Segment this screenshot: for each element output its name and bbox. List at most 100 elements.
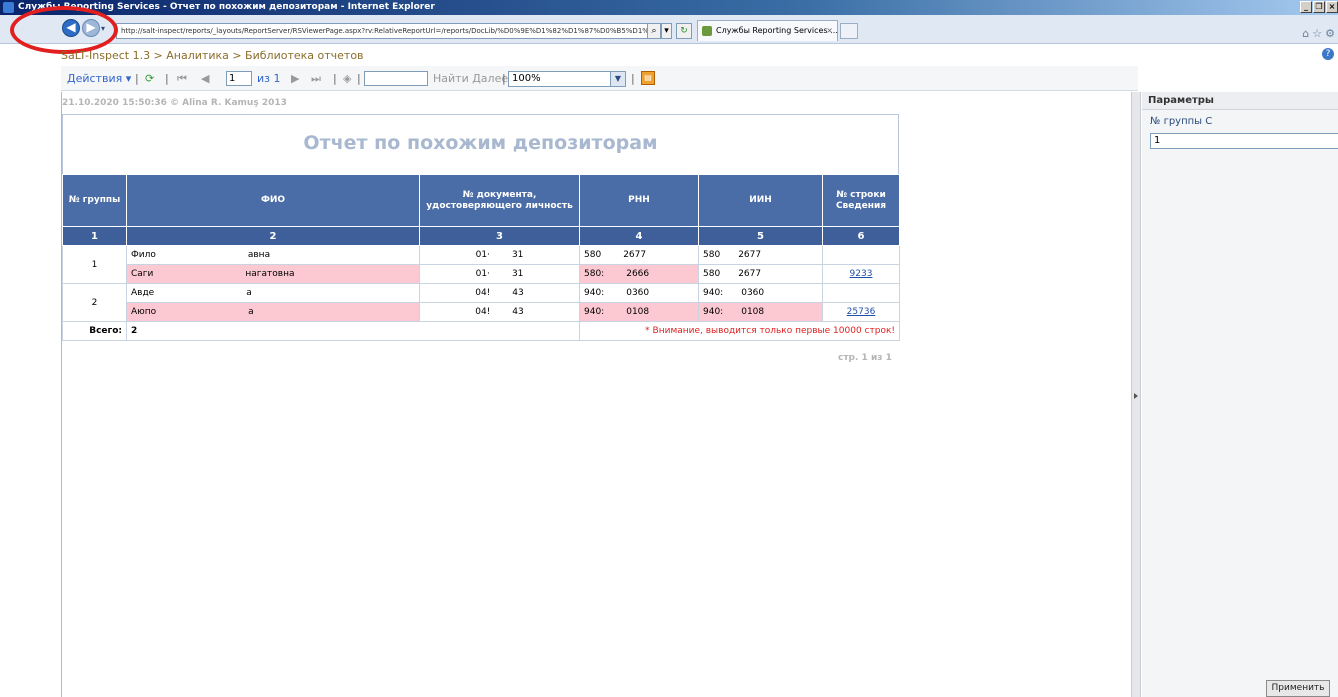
fio-cell: Аюпо a: [126, 302, 420, 322]
actions-menu[interactable]: Действия ▾: [67, 72, 131, 85]
doc-part: 04!: [475, 307, 491, 317]
separator: |: [135, 72, 139, 85]
settings-gear-icon[interactable]: ⚙: [1325, 27, 1338, 40]
doc-cell: 04! 43: [419, 302, 580, 322]
table-header-row: № группы ФИО № документа, удостоверяющег…: [62, 174, 900, 227]
column-header: ИИН: [698, 174, 823, 227]
refresh-report-icon[interactable]: ⟳: [145, 72, 154, 85]
line-number-link[interactable]: [822, 245, 900, 265]
page-number-input[interactable]: 1: [226, 71, 252, 86]
tab-title: Службы Reporting Services ...: [716, 26, 838, 35]
fio-part: Саги: [131, 269, 154, 279]
tab-reporting-services[interactable]: Службы Reporting Services ... ×: [697, 20, 838, 41]
report-toolbar: Действия ▾ | ⟳ | ⏮ ◀ 1 из 1 ▶ ⏭ | ◈ | На…: [61, 66, 1138, 91]
total-label: Всего:: [62, 321, 127, 341]
favorites-star-icon[interactable]: ☆: [1312, 27, 1325, 40]
doc-cell: 04! 43: [419, 283, 580, 303]
previous-page-icon[interactable]: ◀: [201, 72, 209, 85]
fio-part: авна: [247, 250, 271, 260]
separator: |: [165, 72, 169, 85]
iin-cell: 940: 0360: [698, 283, 823, 303]
chevron-down-icon[interactable]: ▼: [610, 72, 625, 86]
rnn-part: 2666: [626, 269, 650, 279]
table-row: Саги нагатовна 01· 31 580: 2666 580 2677 923…: [63, 264, 900, 284]
group-param-input[interactable]: 1: [1150, 133, 1338, 149]
find-next-link[interactable]: Найти Далее: [433, 72, 508, 85]
tab-close-icon[interactable]: ×: [826, 21, 833, 41]
parameters-panel: Параметры № группы С 1: [1142, 92, 1338, 697]
fio-part: a: [248, 307, 254, 317]
panel-splitter[interactable]: [1131, 92, 1141, 697]
iin-part: 580: [703, 269, 721, 279]
rnn-cell: 940: 0108: [579, 302, 699, 322]
page-count-label: из 1: [257, 72, 281, 85]
row-limit-warning: * Внимание, выводится только первые 1000…: [579, 321, 900, 341]
find-input[interactable]: [364, 71, 428, 86]
maximize-button[interactable]: ❐: [1313, 1, 1325, 13]
iin-part: 2677: [738, 250, 762, 260]
column-number-row: 1 2 3 4 5 6: [62, 226, 900, 246]
back-to-parent-icon[interactable]: ◈: [343, 72, 351, 85]
table-row: 1 Фило авна 01· 31 580 2677 580 2677: [62, 245, 900, 284]
iin-part: 0360: [741, 288, 765, 298]
fio-cell: Фило авна: [126, 245, 420, 265]
ie-icon: [3, 2, 14, 13]
column-number: 4: [579, 226, 699, 246]
first-page-icon[interactable]: ⏮: [177, 72, 187, 86]
line-number-link[interactable]: 25736: [822, 302, 900, 322]
close-button[interactable]: ×: [1326, 1, 1338, 13]
browser-right-icons: ⌂☆⚙: [1302, 27, 1338, 40]
rnn-cell: 580: 2666: [579, 264, 699, 284]
iin-cell: 580 2677: [698, 245, 823, 265]
line-number-link[interactable]: 9233: [822, 264, 900, 284]
collapse-arrow-icon[interactable]: [1134, 393, 1138, 399]
last-page-icon[interactable]: ⏭: [311, 72, 321, 86]
iin-part: 940:: [703, 307, 724, 317]
address-input[interactable]: http://salt-inspect/reports/_layouts/Rep…: [116, 23, 672, 39]
fio-part: нагатовна: [245, 269, 295, 279]
doc-part: 43: [512, 288, 524, 298]
address-dropdown-icon[interactable]: ▾: [661, 23, 672, 39]
search-icon[interactable]: ⌕: [647, 23, 661, 39]
column-header: РНН: [579, 174, 699, 227]
minimize-button[interactable]: _: [1300, 1, 1312, 13]
separator: |: [631, 72, 635, 85]
zoom-select[interactable]: 100% ▼: [508, 71, 626, 87]
zoom-value: 100%: [512, 73, 541, 84]
report-table: № группы ФИО № документа, удостоверяющег…: [62, 174, 900, 341]
fio-cell: Саги нагатовна: [126, 264, 420, 284]
export-icon[interactable]: ▤: [641, 71, 655, 85]
doc-cell: 01· 31: [419, 264, 580, 284]
window-controls: _ ❐ ×: [1300, 1, 1338, 14]
apply-button[interactable]: Применить: [1266, 680, 1330, 697]
rnn-part: 580:: [584, 269, 605, 279]
doc-part: 04!: [475, 288, 491, 298]
refresh-icon[interactable]: ↻: [676, 23, 692, 39]
new-tab-button[interactable]: [840, 23, 858, 39]
iin-cell: 580 2677: [698, 264, 823, 284]
fio-cell: Авде a: [126, 283, 420, 303]
doc-cell: 01· 31: [419, 245, 580, 265]
doc-part: 43: [512, 307, 524, 317]
breadcrumb[interactable]: SaLT-Inspect 1.3 > Аналитика > Библиотек…: [61, 49, 364, 62]
fio-part: Фило: [131, 250, 156, 260]
iin-part: 2677: [738, 269, 762, 279]
annotation-circle: [10, 6, 118, 54]
group-number-cell: 1: [62, 245, 127, 284]
line-number-link[interactable]: [822, 283, 900, 303]
next-page-icon[interactable]: ▶: [291, 72, 299, 85]
fio-part: Авде: [131, 288, 155, 298]
column-number: 1: [62, 226, 127, 246]
group-param-label: № группы С: [1150, 116, 1213, 127]
column-number: 5: [698, 226, 823, 246]
fio-part: Аюпо: [131, 307, 157, 317]
help-icon[interactable]: ?: [1322, 48, 1334, 60]
home-icon[interactable]: ⌂: [1302, 27, 1312, 40]
table-row: Аюпо a 04! 43 940: 0108 940: 0108 25736: [63, 302, 900, 322]
iin-part: 0108: [741, 307, 765, 317]
column-number: 3: [419, 226, 580, 246]
parameters-header: Параметры: [1142, 92, 1338, 110]
tab-favicon-icon: [702, 26, 712, 36]
iin-part: 940:: [703, 288, 724, 298]
window-titlebar: Службы Reporting Services - Отчет по пох…: [0, 0, 1338, 15]
